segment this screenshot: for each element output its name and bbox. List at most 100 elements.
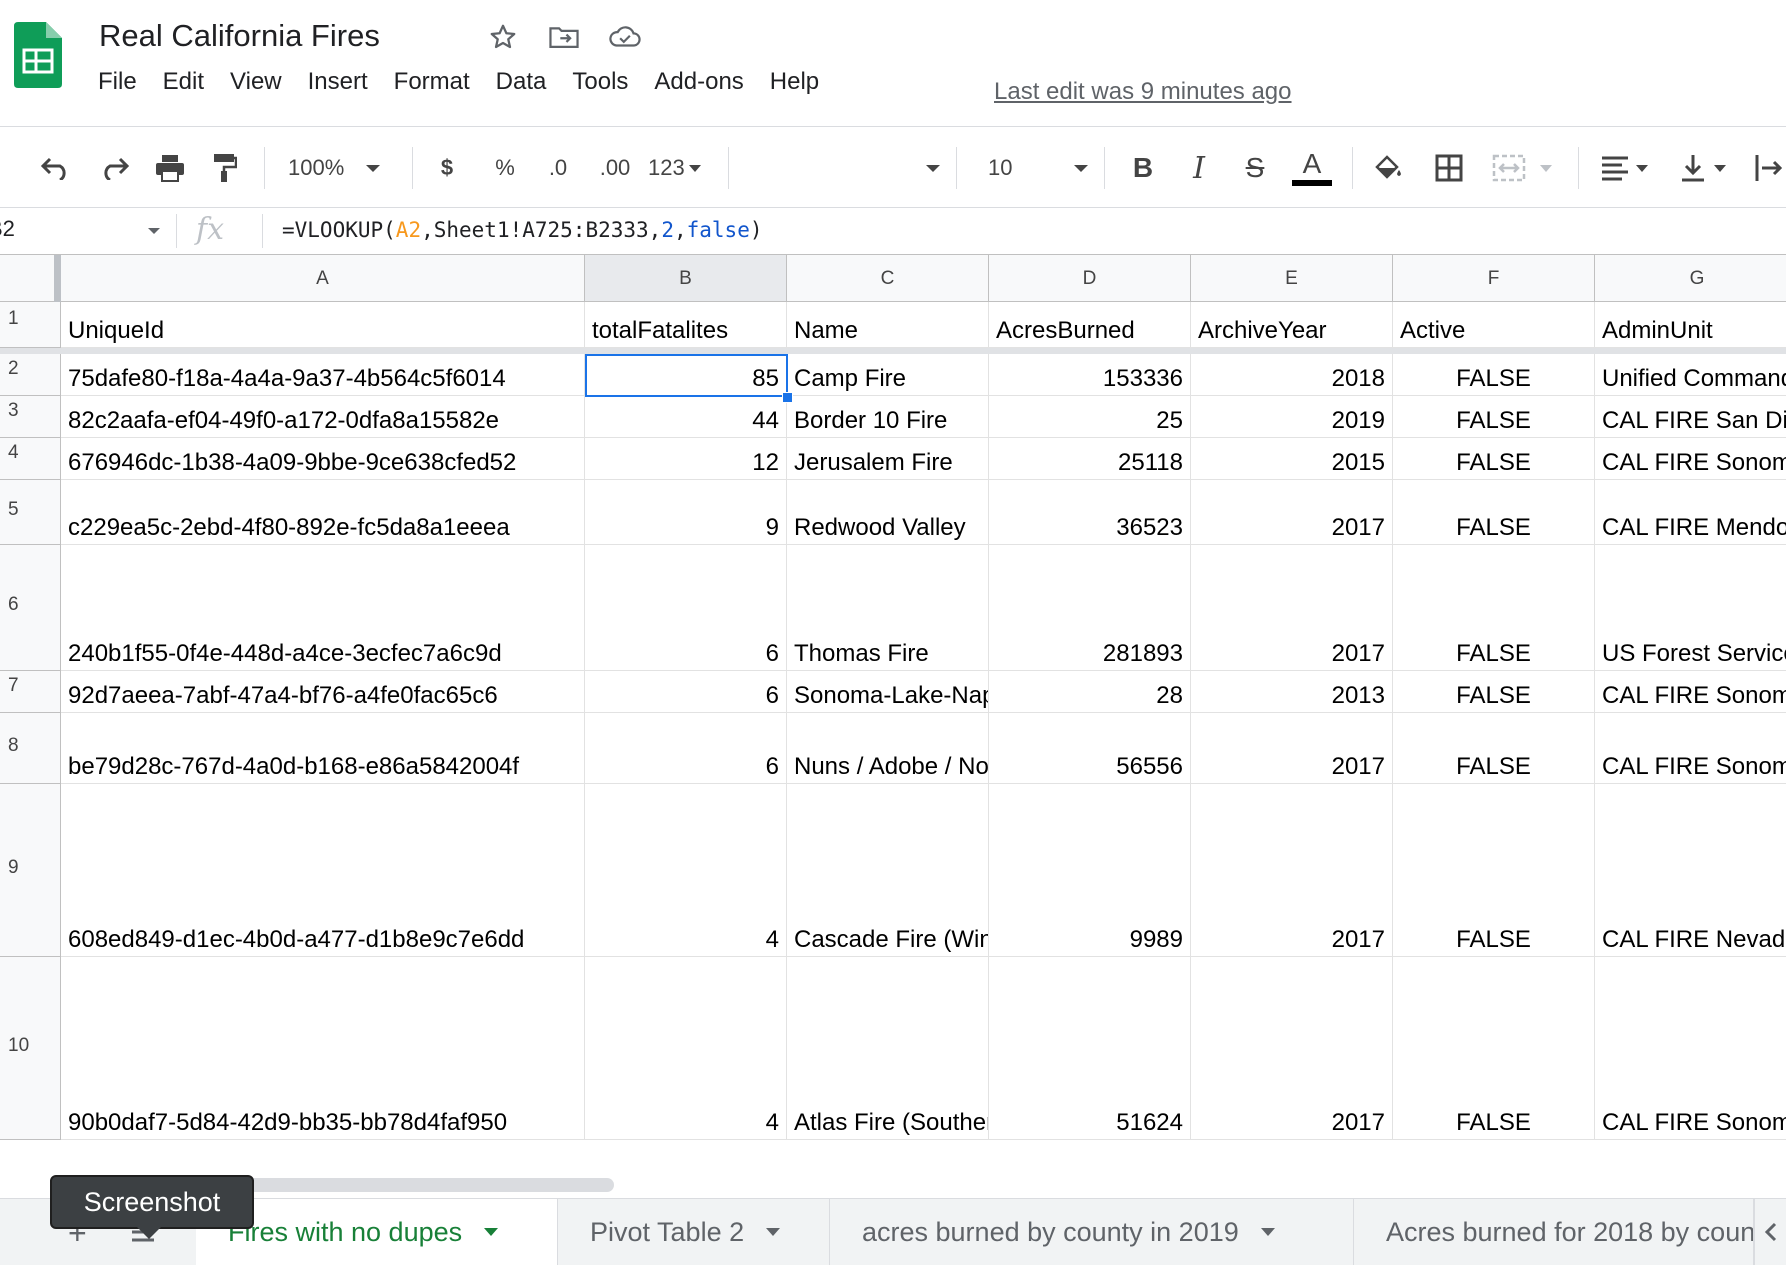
bold-button[interactable]: B xyxy=(1126,151,1160,185)
cell-g7[interactable]: CAL FIRE Sonoma xyxy=(1595,671,1786,713)
cell-a6[interactable]: 240b1f55-0f4e-448d-a4ce-3ecfec7a6c9d xyxy=(61,545,585,671)
cell-d6[interactable]: 281893 xyxy=(989,545,1191,671)
horizontal-align-icon[interactable] xyxy=(1600,151,1660,185)
row-header-10[interactable]: 10 xyxy=(0,957,61,1140)
row-header-1[interactable]: 1 xyxy=(0,302,61,348)
vertical-align-icon[interactable] xyxy=(1680,151,1740,185)
cell-g2[interactable]: Unified Command xyxy=(1595,354,1786,396)
cell-c5[interactable]: Redwood Valley xyxy=(787,480,989,545)
cell-e4[interactable]: 2015 xyxy=(1191,438,1393,480)
cell-d7[interactable]: 28 xyxy=(989,671,1191,713)
cell-d5[interactable]: 36523 xyxy=(989,480,1191,545)
more-formats-button[interactable]: 123 xyxy=(648,151,712,185)
fill-handle[interactable] xyxy=(782,392,793,403)
cell-a9[interactable]: 608ed849-d1ec-4b0d-a477-d1b8e9c7e6dd xyxy=(61,784,585,957)
row-header-3[interactable]: 3 xyxy=(0,396,61,438)
column-header-e[interactable]: E xyxy=(1191,255,1393,302)
menu-view[interactable]: View xyxy=(230,68,282,100)
cell-g4[interactable]: CAL FIRE Sonoma xyxy=(1595,438,1786,480)
cell-c7[interactable]: Sonoma-Lake-Napa xyxy=(787,671,989,713)
cell-a7[interactable]: 92d7aeea-7abf-47a4-bf76-a4fe0fac65c6 xyxy=(61,671,585,713)
cell-g8[interactable]: CAL FIRE Sonoma xyxy=(1595,713,1786,784)
header-cell[interactable]: ArchiveYear xyxy=(1191,302,1393,348)
row-header-2[interactable]: 2 xyxy=(0,354,61,396)
sheet-tab-acres-2018-by-county[interactable]: Acres burned for 2018 by county xyxy=(1354,1199,1754,1265)
cell-b3[interactable]: 44 xyxy=(585,396,787,438)
text-wrapping-icon[interactable] xyxy=(1754,151,1784,185)
cell-f3[interactable]: FALSE xyxy=(1393,396,1595,438)
cell-b6[interactable]: 6 xyxy=(585,545,787,671)
cell-e8[interactable]: 2017 xyxy=(1191,713,1393,784)
row-header-5[interactable]: 5 xyxy=(0,480,61,545)
cell-a5[interactable]: c229ea5c-2ebd-4f80-892e-fc5da8a1eeea xyxy=(61,480,585,545)
sheet-tab-acres-by-county-2019[interactable]: acres burned by county in 2019 xyxy=(830,1199,1354,1265)
cell-g5[interactable]: CAL FIRE Mendocino xyxy=(1595,480,1786,545)
cell-b5[interactable]: 9 xyxy=(585,480,787,545)
row-header-9[interactable]: 9 xyxy=(0,784,61,957)
cell-b7[interactable]: 6 xyxy=(585,671,787,713)
move-folder-icon[interactable] xyxy=(548,22,579,52)
cell-b9[interactable]: 4 xyxy=(585,784,787,957)
freeze-handle[interactable] xyxy=(54,255,61,302)
cell-b8[interactable]: 6 xyxy=(585,713,787,784)
spreadsheet-grid[interactable]: A B C D E F G 1 UniqueId totalFatalites Name AcresB… xyxy=(0,255,1786,1175)
merge-cells-icon[interactable] xyxy=(1492,151,1562,185)
strikethrough-button[interactable]: S xyxy=(1238,151,1272,185)
name-box[interactable]: B2 xyxy=(0,216,160,246)
menu-addons[interactable]: Add-ons xyxy=(654,68,743,100)
cell-g6[interactable]: US Forest Service xyxy=(1595,545,1786,671)
cell-a10[interactable]: 90b0daf7-5d84-42d9-bb35-bb78d4faf950 xyxy=(61,957,585,1140)
decrease-decimal-button[interactable]: .0 xyxy=(538,151,578,185)
paint-format-icon[interactable] xyxy=(210,151,240,185)
column-header-c[interactable]: C xyxy=(787,255,989,302)
header-cell[interactable]: totalFatalites xyxy=(585,302,787,348)
cell-f4[interactable]: FALSE xyxy=(1393,438,1595,480)
header-cell[interactable]: AcresBurned xyxy=(989,302,1191,348)
header-cell[interactable]: UniqueId xyxy=(61,302,585,348)
menu-file[interactable]: File xyxy=(98,68,137,100)
borders-icon[interactable] xyxy=(1432,151,1466,185)
menu-edit[interactable]: Edit xyxy=(163,68,204,100)
cell-f6[interactable]: FALSE xyxy=(1393,545,1595,671)
menu-insert[interactable]: Insert xyxy=(308,68,368,100)
cell-f10[interactable]: FALSE xyxy=(1393,957,1595,1140)
cell-c10[interactable]: Atlas Fire (Southern LNU Complex) xyxy=(787,957,989,1140)
menu-help[interactable]: Help xyxy=(770,68,819,100)
cell-e5[interactable]: 2017 xyxy=(1191,480,1393,545)
row-header-8[interactable]: 8 xyxy=(0,713,61,784)
print-icon[interactable] xyxy=(152,151,188,185)
cell-f2[interactable]: FALSE xyxy=(1393,354,1595,396)
cell-a3[interactable]: 82c2aafa-ef04-49f0-a172-0dfa8a15582e xyxy=(61,396,585,438)
cell-c6[interactable]: Thomas Fire xyxy=(787,545,989,671)
column-header-d[interactable]: D xyxy=(989,255,1191,302)
column-header-g[interactable]: G xyxy=(1595,255,1786,302)
italic-button[interactable]: I xyxy=(1182,151,1216,186)
menu-tools[interactable]: Tools xyxy=(572,68,628,100)
header-cell[interactable]: AdminUnit xyxy=(1595,302,1786,348)
document-title[interactable]: Real California Fires xyxy=(99,18,380,54)
cell-c4[interactable]: Jerusalem Fire xyxy=(787,438,989,480)
cell-e10[interactable]: 2017 xyxy=(1191,957,1393,1140)
cell-c9[interactable]: Cascade Fire (Wind Complex) xyxy=(787,784,989,957)
undo-icon[interactable] xyxy=(38,151,74,185)
row-header-4[interactable]: 4 xyxy=(0,438,61,480)
row-header-7[interactable]: 7 xyxy=(0,671,61,713)
cell-a4[interactable]: 676946dc-1b38-4a09-9bbe-9ce638cfed52 xyxy=(61,438,585,480)
column-header-a[interactable]: A xyxy=(61,255,585,302)
cell-e2[interactable]: 2018 xyxy=(1191,354,1393,396)
cloud-saved-icon[interactable] xyxy=(608,22,641,52)
star-icon[interactable] xyxy=(488,22,518,52)
font-size-select[interactable]: 10 xyxy=(988,151,1088,185)
menu-data[interactable]: Data xyxy=(496,68,547,100)
cell-b10[interactable]: 4 xyxy=(585,957,787,1140)
last-edit-link[interactable]: Last edit was 9 minutes ago xyxy=(994,78,1292,106)
cell-d4[interactable]: 25118 xyxy=(989,438,1191,480)
cell-c3[interactable]: Border 10 Fire xyxy=(787,396,989,438)
cell-d2[interactable]: 153336 xyxy=(989,354,1191,396)
cell-f8[interactable]: FALSE xyxy=(1393,713,1595,784)
cell-e7[interactable]: 2013 xyxy=(1191,671,1393,713)
cell-a2[interactable]: 75dafe80-f18a-4a4a-9a37-4b564c5f6014 xyxy=(61,354,585,396)
cell-b4[interactable]: 12 xyxy=(585,438,787,480)
cell-b2[interactable]: 85 xyxy=(585,354,787,396)
cell-e9[interactable]: 2017 xyxy=(1191,784,1393,957)
